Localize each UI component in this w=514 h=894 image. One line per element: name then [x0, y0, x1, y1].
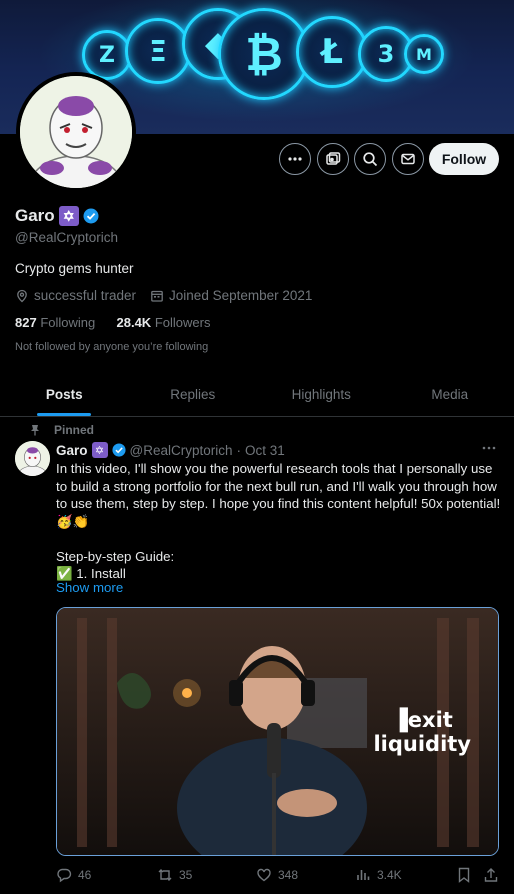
bookmark-icon	[458, 867, 470, 883]
views-button[interactable]: 3.4K	[355, 867, 402, 883]
views-icon	[357, 870, 370, 880]
verified-icon	[111, 443, 126, 457]
post-text: In this video, I'll show you the powerfu…	[56, 461, 501, 581]
following-label: Following	[40, 315, 96, 330]
profile-joined: Joined September 2021	[169, 288, 313, 303]
following-count: 827	[15, 315, 37, 330]
repost-count: 35	[179, 868, 193, 882]
tab-media[interactable]: Media	[386, 372, 514, 416]
video-watermark: ▐exit liquidity	[373, 708, 471, 756]
subscribe-icon	[326, 152, 341, 165]
share-icon	[484, 868, 498, 882]
not-followed-note: Not followed by anyone you’re following	[15, 341, 209, 353]
tab-highlights[interactable]: Highlights	[257, 372, 386, 416]
repost-icon	[158, 869, 172, 881]
views-count: 3.4K	[377, 868, 402, 882]
like-button[interactable]: 348	[256, 867, 298, 883]
location-icon	[17, 289, 27, 302]
coin-graphic: M	[404, 34, 444, 74]
reply-count: 46	[78, 868, 92, 882]
pin-icon	[31, 425, 39, 436]
show-more-link[interactable]: Show more	[56, 580, 123, 595]
reply-button[interactable]: 46	[56, 867, 91, 883]
coin-graphic: Ξ	[125, 18, 191, 84]
profile-bio: Crypto gems hunter	[15, 261, 134, 276]
post-author-avatar[interactable]	[15, 441, 50, 476]
more-icon	[288, 157, 302, 161]
tab-replies[interactable]: Replies	[129, 372, 258, 416]
profile-name-row: Garo ✡	[15, 206, 99, 226]
watermark-line2: liquidity	[373, 732, 471, 756]
profile-profession: successful trader	[34, 288, 137, 303]
following-link[interactable]: 827 Following	[15, 315, 95, 330]
message-button[interactable]	[392, 143, 424, 175]
bookmark-button[interactable]	[457, 867, 471, 883]
more-icon	[482, 446, 496, 450]
pinned-indicator: Pinned	[31, 423, 95, 437]
post-actions: 46 35 348 3.4K	[0, 862, 514, 890]
post-header: Garo ✡ @RealCryptorich · Oct 31	[56, 442, 285, 458]
profile-avatar[interactable]	[16, 72, 136, 192]
watermark-line1: ▐exit	[391, 708, 453, 732]
post-author-handle[interactable]: @RealCryptorich	[130, 443, 233, 458]
like-count: 348	[278, 868, 299, 882]
tab-posts[interactable]: Posts	[0, 372, 129, 416]
followers-label: Followers	[154, 315, 211, 330]
subscribe-button[interactable]	[317, 143, 349, 175]
star-of-david-emoji: ✡	[58, 206, 79, 226]
post-author-name[interactable]: Garo	[56, 443, 88, 458]
verified-icon	[83, 208, 99, 224]
profile-meta: successful trader Joined September 2021	[15, 288, 312, 303]
profile-handle: @RealCryptorich	[15, 230, 118, 245]
follow-stats: 827 Following 28.4K Followers	[15, 315, 210, 330]
search-icon	[363, 152, 378, 167]
search-button[interactable]	[354, 143, 386, 175]
pinned-label: Pinned	[54, 423, 95, 437]
post-more-button[interactable]	[481, 440, 497, 459]
reply-icon	[57, 868, 72, 883]
calendar-icon	[151, 290, 163, 302]
profile-tabs: Posts Replies Highlights Media	[0, 372, 514, 417]
heart-icon	[257, 868, 271, 882]
message-icon	[401, 153, 415, 165]
more-button[interactable]	[279, 143, 311, 175]
follow-button[interactable]: Follow	[429, 143, 499, 175]
followers-link[interactable]: 28.4K Followers	[117, 315, 211, 330]
post-video[interactable]: ▐exit liquidity	[56, 607, 499, 856]
star-of-david-emoji: ✡	[91, 442, 108, 458]
post-separator: ·	[236, 442, 242, 458]
post-date[interactable]: Oct 31	[245, 443, 285, 458]
followers-count: 28.4K	[116, 315, 152, 330]
exit-figure-icon: ▐	[391, 708, 408, 732]
share-button[interactable]	[483, 867, 499, 883]
profile-name: Garo	[15, 206, 55, 225]
repost-button[interactable]: 35	[157, 867, 192, 883]
